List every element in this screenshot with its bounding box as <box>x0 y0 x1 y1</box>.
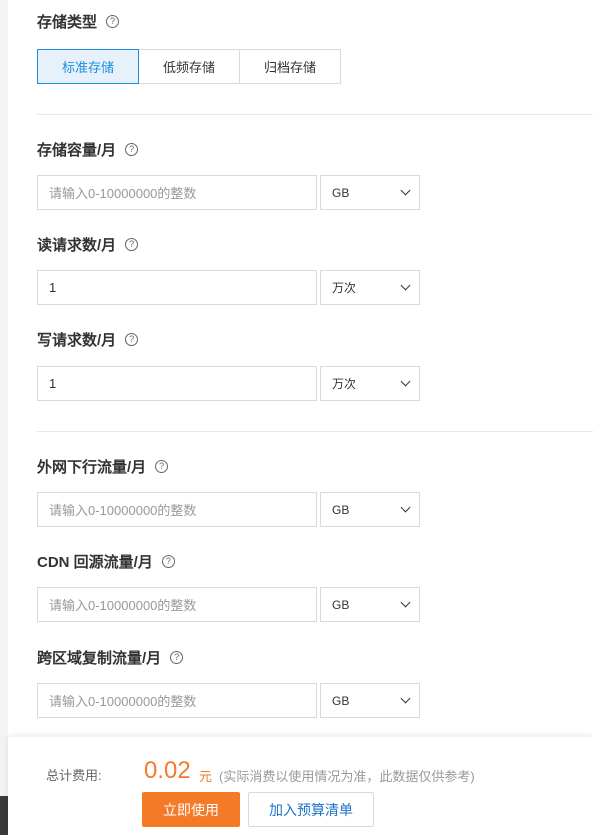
select-value: GB <box>332 693 350 708</box>
left-border-strip <box>0 0 8 835</box>
cdn-origin-traffic-unit-select[interactable]: GB <box>320 587 420 622</box>
storage-type-label: 存储类型 <box>37 14 98 31</box>
chevron-down-icon <box>400 597 411 608</box>
help-icon[interactable]: ? <box>125 333 139 346</box>
input-placeholder: 请输入0-10000000的整数 <box>49 694 197 709</box>
field-label-text: 跨区域复制流量/月 <box>37 650 162 667</box>
select-value: GB <box>332 597 350 612</box>
add-to-budget-button[interactable]: 加入预算清单 <box>248 792 374 827</box>
select-value: GB <box>332 185 350 200</box>
input-value: 1 <box>49 376 57 391</box>
help-icon[interactable]: ? <box>125 143 139 156</box>
storage-capacity-unit-select[interactable]: GB <box>320 175 420 210</box>
field-label-text: 读请求数/月 <box>37 237 117 254</box>
price-footer: 总计费用: 0.02 元 (实际消费以使用情况为准，此数据仅供参考) 立即使用 … <box>8 737 593 835</box>
cross-region-traffic-unit-select[interactable]: GB <box>320 683 420 718</box>
chevron-down-icon <box>400 376 411 387</box>
chevron-down-icon <box>400 280 411 291</box>
input-placeholder: 请输入0-10000000的整数 <box>49 186 197 201</box>
section-divider <box>37 114 593 115</box>
chevron-down-icon <box>400 693 411 704</box>
storage-type-standard-button[interactable]: 标准存储 <box>37 49 139 84</box>
outbound-traffic-input[interactable]: 请输入0-10000000的整数 <box>37 492 317 527</box>
field-label-cross-region-traffic: 跨区域复制流量/月 ? <box>37 647 184 668</box>
total-cost-label: 总计费用: <box>46 768 102 783</box>
storage-type-infrequent-button[interactable]: 低频存储 <box>138 49 240 84</box>
input-value: 1 <box>49 280 57 295</box>
field-label-text: 写请求数/月 <box>37 332 117 349</box>
total-cost-note: (实际消费以使用情况为准，此数据仅供参考) <box>219 769 475 784</box>
field-label-text: 存储容量/月 <box>37 142 117 159</box>
write-requests-unit-select[interactable]: 万次 <box>320 366 420 401</box>
chevron-down-icon <box>400 502 411 513</box>
use-now-button[interactable]: 立即使用 <box>142 792 240 827</box>
select-value: GB <box>332 502 350 517</box>
field-label-text: CDN 回源流量/月 <box>37 554 153 571</box>
field-label-write-requests: 写请求数/月 ? <box>37 329 139 350</box>
select-value: 万次 <box>332 377 357 391</box>
storage-type-title: 存储类型 ? <box>37 11 120 32</box>
total-cost-amount: 0.02 <box>144 757 191 784</box>
field-label-storage-capacity: 存储容量/月 ? <box>37 139 139 160</box>
section-divider <box>37 431 593 432</box>
write-requests-input[interactable]: 1 <box>37 366 317 401</box>
cross-region-traffic-input[interactable]: 请输入0-10000000的整数 <box>37 683 317 718</box>
help-icon[interactable]: ? <box>155 460 169 473</box>
help-icon[interactable]: ? <box>125 238 139 251</box>
field-label-text: 外网下行流量/月 <box>37 459 147 476</box>
storage-type-archive-button[interactable]: 归档存储 <box>239 49 341 84</box>
help-icon[interactable]: ? <box>161 555 175 568</box>
storage-capacity-input[interactable]: 请输入0-10000000的整数 <box>37 175 317 210</box>
select-value: 万次 <box>332 281 357 295</box>
input-placeholder: 请输入0-10000000的整数 <box>49 598 197 613</box>
total-cost-unit: 元 <box>199 769 213 784</box>
input-placeholder: 请输入0-10000000的整数 <box>49 503 197 518</box>
storage-type-segmented-control: 标准存储 低频存储 归档存储 <box>37 49 341 84</box>
chevron-down-icon <box>400 185 411 196</box>
read-requests-unit-select[interactable]: 万次 <box>320 270 420 305</box>
help-icon[interactable]: ? <box>106 15 120 28</box>
field-label-cdn-origin-traffic: CDN 回源流量/月 ? <box>37 551 175 572</box>
field-label-read-requests: 读请求数/月 ? <box>37 234 139 255</box>
read-requests-input[interactable]: 1 <box>37 270 317 305</box>
left-dark-strip <box>0 796 8 835</box>
cdn-origin-traffic-input[interactable]: 请输入0-10000000的整数 <box>37 587 317 622</box>
help-icon[interactable]: ? <box>170 651 184 664</box>
outbound-traffic-unit-select[interactable]: GB <box>320 492 420 527</box>
field-label-outbound-traffic: 外网下行流量/月 ? <box>37 456 169 477</box>
